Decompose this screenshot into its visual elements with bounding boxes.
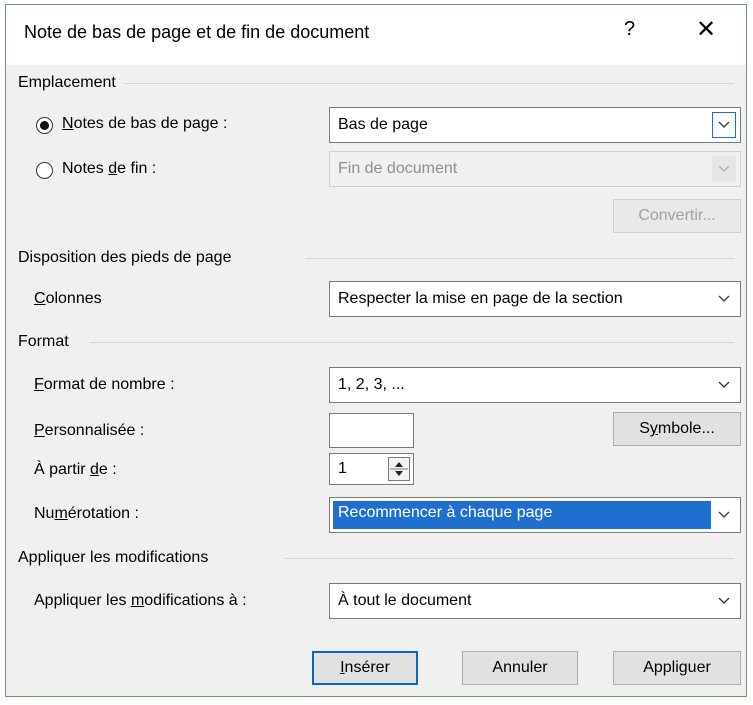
endnotes-label[interactable]: Notes de fin :	[62, 160, 156, 178]
columns-value: Respecter la mise en page de la section	[338, 290, 623, 307]
emplacement-heading: Emplacement	[18, 74, 116, 91]
chevron-down-icon[interactable]	[712, 112, 736, 138]
custom-mark-label: Personnalisée :	[34, 422, 145, 439]
endnotes-position-select[interactable]: Fin de document	[329, 151, 741, 187]
start-at-value: 1	[338, 460, 347, 477]
title-bar: Note de bas de page et de fin de documen…	[6, 5, 746, 65]
format-separator	[90, 342, 734, 343]
emplacement-separator	[124, 83, 734, 84]
chevron-down-icon[interactable]	[712, 588, 736, 614]
start-at-label: À partir de :	[34, 461, 117, 478]
spinner-buttons[interactable]	[388, 457, 410, 481]
spin-down-icon	[395, 471, 403, 476]
symbol-button[interactable]: Symbole...	[613, 412, 741, 446]
cancel-button[interactable]: Annuler	[462, 651, 578, 685]
dialog-title: Note de bas de page et de fin de documen…	[24, 22, 370, 42]
number-format-select[interactable]: 1, 2, 3, ...	[329, 367, 741, 403]
number-format-label: Format de nombre :	[34, 376, 175, 393]
apply-to-label: Appliquer les modifications à :	[34, 592, 247, 609]
endnotes-radio[interactable]	[36, 162, 53, 179]
footnotes-radio[interactable]	[36, 117, 53, 134]
apply-to-value: À tout le document	[338, 592, 472, 609]
footnote-dialog: Note de bas de page et de fin de documen…	[5, 4, 747, 697]
insert-button[interactable]: Insérer	[312, 651, 418, 685]
apply-button[interactable]: Appliguer	[613, 651, 741, 685]
endnotes-position-value: Fin de document	[338, 160, 458, 177]
chevron-down-icon[interactable]	[712, 286, 736, 312]
start-at-spinner[interactable]: 1	[329, 453, 414, 485]
footnotes-position-value: Bas de page	[338, 116, 428, 133]
help-button[interactable]: ?	[624, 18, 635, 41]
spin-up-icon	[395, 462, 403, 467]
footnotes-label[interactable]: Notes de bas de page :	[62, 115, 227, 133]
apply-heading: Appliquer les modifications	[18, 549, 209, 566]
disposition-separator	[306, 258, 734, 259]
apply-separator	[284, 558, 734, 559]
columns-select[interactable]: Respecter la mise en page de la section	[329, 281, 741, 317]
custom-mark-input[interactable]	[329, 413, 414, 448]
close-button[interactable]: ✕	[696, 15, 716, 44]
convert-button[interactable]: Convertir...	[613, 199, 741, 233]
numbering-select[interactable]: Recommencer à chaque page	[329, 497, 741, 533]
chevron-down-icon[interactable]	[712, 156, 736, 182]
chevron-down-icon[interactable]	[712, 372, 736, 398]
disposition-heading: Disposition des pieds de page	[18, 249, 232, 266]
numbering-value: Recommencer à chaque page	[338, 504, 553, 521]
numbering-label: Numérotation :	[34, 505, 139, 522]
format-heading: Format	[18, 333, 69, 350]
number-format-value: 1, 2, 3, ...	[338, 376, 405, 393]
columns-label: Colonnes	[34, 290, 102, 307]
apply-to-select[interactable]: À tout le document	[329, 583, 741, 619]
footnotes-position-select[interactable]: Bas de page	[329, 107, 741, 143]
chevron-down-icon[interactable]	[712, 502, 736, 528]
